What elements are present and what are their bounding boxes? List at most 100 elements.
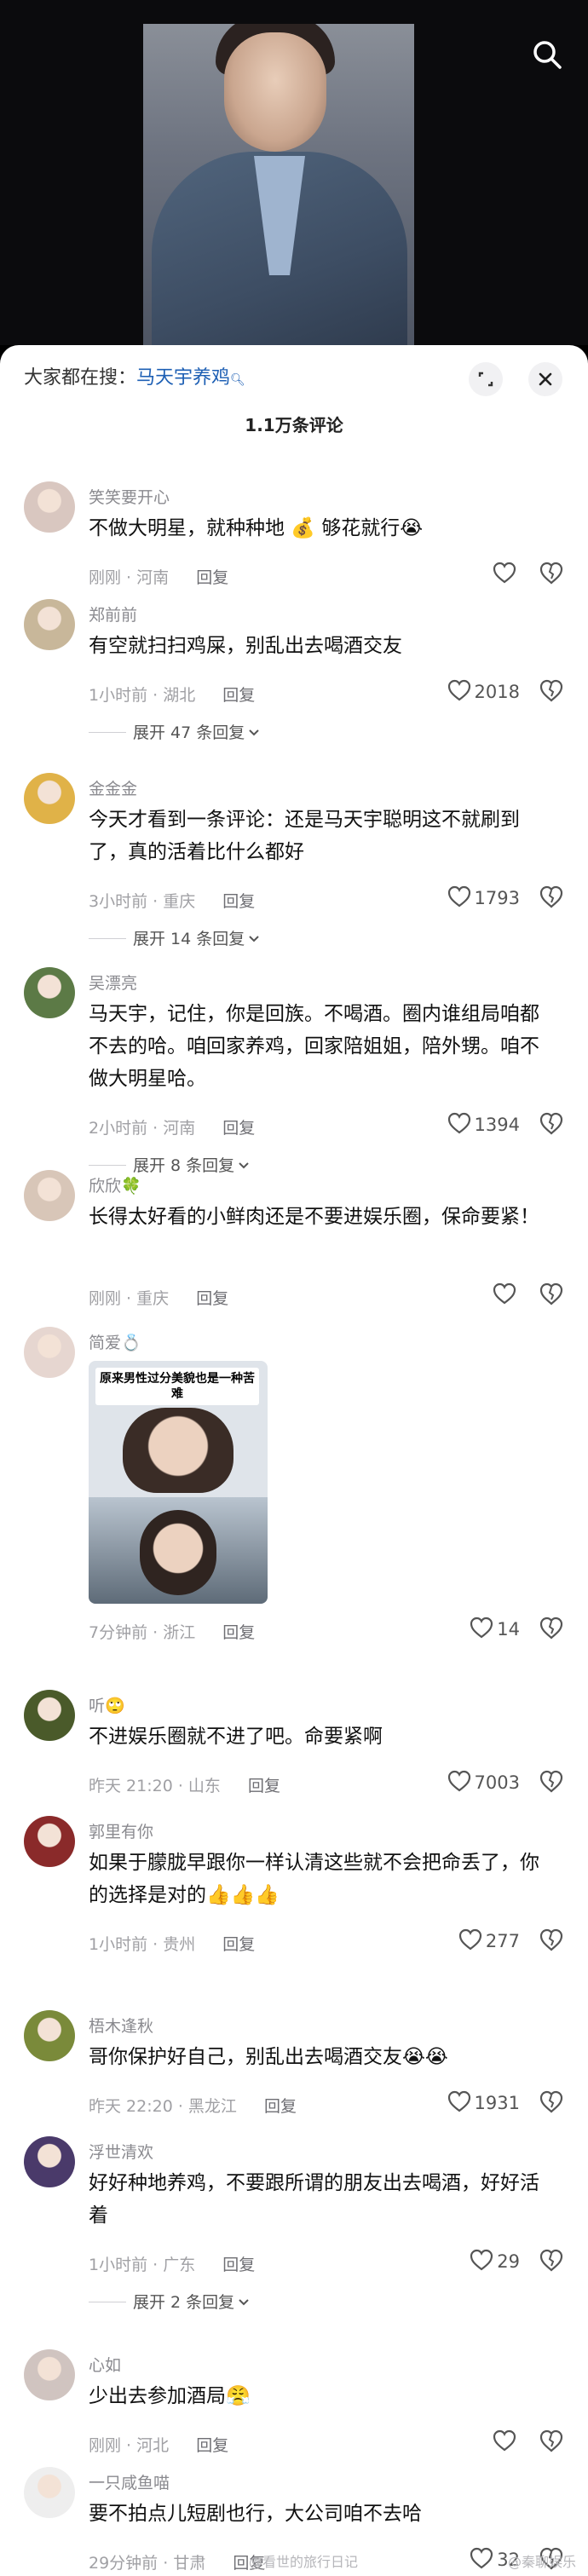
reply-button[interactable]: 回复 [222,686,255,705]
dislike-icon[interactable] [539,1281,564,1306]
reply-button[interactable]: 回复 [264,2097,297,2116]
divider-line [89,1165,126,1166]
like-count: 277 [485,1931,520,1951]
comment-time: 昨天 21:20 [89,1777,173,1795]
comment-username[interactable]: 吴漂亮 [89,971,137,994]
dislike-icon[interactable] [539,1110,564,1136]
comment-text: 不进娱乐圈就不进了吧。命要紧啊 [89,1726,383,1748]
expand-replies-label: 展开 8 条回复 [133,1156,235,1175]
like-count: 1394 [474,1115,520,1135]
heart-icon [447,1770,475,1793]
comment-location: 浙江 [163,1623,196,1642]
avatar[interactable] [24,967,75,1018]
comment-username[interactable]: 听🙄 [89,1693,125,1716]
like-count: 1793 [474,888,520,908]
search-keyword-link[interactable]: 马天宇养鸡 [136,367,230,389]
image-face-1 [123,1408,233,1493]
like-button[interactable] [435,2429,520,2452]
comment-username[interactable]: 一只咸鱼喵 [89,2470,170,2493]
avatar[interactable] [24,1690,75,1741]
dislike-icon[interactable] [539,1615,564,1640]
comment-location: 贵州 [163,1935,196,1954]
like-button[interactable] [435,1282,520,1305]
comment-meta: 1小时前 · 湖北 回复 [89,686,256,705]
comment-username[interactable]: 心如 [89,2353,121,2376]
dislike-icon[interactable] [539,1927,564,1952]
comment-time: 刚刚 [89,568,122,587]
avatar[interactable] [24,1816,75,1867]
reply-button[interactable]: 回复 [196,1289,228,1308]
avatar[interactable] [24,2136,75,2187]
like-button[interactable]: 32 [435,2547,520,2570]
divider-line [89,938,126,939]
avatar[interactable] [24,2467,75,2518]
expand-replies-button[interactable]: 展开 47 条回复 [89,720,260,743]
panel-header: 大家都在搜：马天宇养鸡🔍︎ 1.1万条评论 [0,345,588,435]
like-button[interactable]: 7003 [435,1770,520,1793]
comment-username[interactable]: 金金金 [89,776,137,799]
dislike-icon[interactable] [539,677,564,703]
watermark-2: @秦聊娱乐 [508,2554,577,2570]
search-icon[interactable] [530,37,564,72]
like-button[interactable]: 1793 [435,885,520,908]
reply-button[interactable]: 回复 [222,1935,255,1954]
avatar[interactable] [24,1170,75,1221]
comment-time: 刚刚 [89,2436,122,2455]
reply-button[interactable]: 回复 [222,1119,255,1138]
comment-username[interactable]: 浮世清欢 [89,2140,153,2163]
like-button[interactable]: 14 [435,1616,520,1640]
avatar[interactable] [24,2010,75,2061]
expand-replies-button[interactable]: 展开 14 条回复 [89,926,260,949]
chevron-down-icon [234,1156,250,1175]
comment-time: 刚刚 [89,1289,122,1308]
video-player[interactable] [0,0,588,345]
dislike-icon[interactable] [539,1768,564,1794]
comment-username[interactable]: 郭里有你 [89,1819,153,1842]
everyone-searching[interactable]: 大家都在搜：马天宇养鸡🔍︎ [24,362,245,389]
like-button[interactable]: 1931 [435,2090,520,2113]
reply-button[interactable]: 回复 [222,1623,255,1642]
dislike-icon[interactable] [539,2428,564,2453]
comment-username[interactable]: 郑前前 [89,602,137,625]
reply-button[interactable]: 回复 [222,2256,255,2274]
dislike-icon[interactable] [539,884,564,909]
comment-text: 如果于朦胧早跟你一样认清这些就不会把命丢了，你的选择是对的👍👍👍 [89,1852,539,1906]
like-button[interactable]: 277 [435,1928,520,1951]
comment-text: 不做大明星，就种种地 💰 够花就行😭 [89,517,424,539]
like-button[interactable] [435,562,520,585]
comment-text: 好好种地养鸡，不要跟所谓的朋友出去喝酒，好好活着 [89,2172,539,2227]
comment-text: 少出去参加酒局😤 [89,2385,251,2407]
image-face-2 [140,1510,216,1595]
expand-replies-button[interactable]: 展开 8 条回复 [89,1153,250,1176]
avatar[interactable] [24,599,75,650]
reply-button[interactable]: 回复 [248,1777,280,1795]
comment-location: 广东 [163,2256,196,2274]
reply-button[interactable]: 回复 [196,568,228,587]
expand-icon[interactable] [469,362,503,396]
comment-text: 长得太好看的小鲜肉还是不要进娱乐圈，保命要紧！ [89,1206,539,1228]
avatar[interactable] [24,2349,75,2400]
comment-time: 1小时前 [89,1935,148,1954]
heart-icon [447,1112,475,1135]
like-button[interactable]: 2018 [435,679,520,702]
comment-image[interactable]: 原来男性过分美貌也是一种苦难 [89,1361,268,1604]
comment-username[interactable]: 梧木逢秋 [89,2014,153,2037]
comment-username[interactable]: 笑笑要开心 [89,485,170,508]
avatar[interactable] [24,481,75,533]
expand-replies-button[interactable]: 展开 2 条回复 [89,2290,250,2313]
heart-icon [493,2429,520,2452]
dislike-icon[interactable] [539,2089,564,2114]
dislike-icon[interactable] [539,2247,564,2273]
reply-button[interactable]: 回复 [222,892,255,911]
avatar[interactable] [24,773,75,824]
reply-button[interactable]: 回复 [196,2436,228,2455]
like-button[interactable]: 29 [435,2249,520,2272]
like-button[interactable]: 1394 [435,1112,520,1135]
dislike-icon[interactable] [539,560,564,585]
comment-username[interactable]: 简爱💍 [89,1330,141,1353]
watermark-1: @看世的旅行日记 [249,2554,359,2570]
comment-username[interactable]: 欣欣🍀 [89,1173,141,1196]
close-icon[interactable] [528,362,562,396]
everyone-searching-label: 大家都在搜： [24,367,137,389]
avatar[interactable] [24,1327,75,1378]
